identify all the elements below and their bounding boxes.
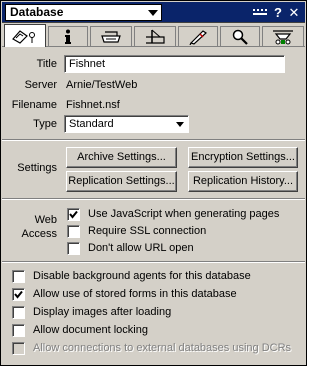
checkmark-icon: [69, 210, 78, 219]
grip-icon[interactable]: [253, 9, 267, 15]
tab-info[interactable]: [4, 24, 46, 47]
archive-settings-button[interactable]: Archive Settings...: [66, 147, 177, 168]
option-external-dcr: Allow connections to external databases …: [12, 340, 291, 356]
search-icon: [232, 29, 248, 45]
checkbox-label: Allow use of stored forms in this databa…: [33, 287, 237, 300]
checkbox[interactable]: [12, 323, 25, 337]
checkbox[interactable]: [12, 269, 25, 283]
web-option-url-open[interactable]: Don't allow URL open: [67, 240, 194, 256]
printer-icon: [101, 30, 121, 43]
checkbox[interactable]: [67, 207, 80, 221]
checkbox-label: Use JavaScript when generating pages: [88, 207, 280, 220]
design-icon: [146, 29, 165, 44]
filename-value: Fishnet.nsf: [66, 99, 120, 111]
tab-design[interactable]: [134, 26, 176, 46]
tab-printer[interactable]: [90, 26, 132, 46]
option-disable-agents[interactable]: Disable background agents for this datab…: [12, 268, 251, 284]
advanced-icon: [273, 29, 293, 44]
filename-label: Filename: [11, 99, 57, 111]
replication-history-button[interactable]: Replication History...: [188, 171, 298, 192]
checkbox-label: Don't allow URL open: [88, 241, 194, 254]
option-document-locking[interactable]: Allow document locking: [12, 322, 148, 338]
checkbox-label: Require SSL connection: [88, 224, 207, 237]
settings-label: Settings: [17, 162, 57, 174]
option-images-after-loading[interactable]: Display images after loading: [12, 304, 171, 320]
divider: [2, 261, 305, 263]
divider: [2, 139, 305, 141]
checkbox-label: Disable background agents for this datab…: [33, 269, 251, 282]
tab-info-i[interactable]: [48, 26, 88, 46]
web-option-javascript[interactable]: Use JavaScript when generating pages: [67, 206, 279, 222]
checkbox[interactable]: [12, 287, 25, 301]
server-value: Arnie/TestWeb: [66, 79, 138, 91]
help-icon[interactable]: ?: [272, 5, 284, 20]
checkbox-label: Allow connections to external databases …: [33, 341, 292, 354]
title-field[interactable]: Fishnet: [64, 55, 285, 73]
basics-panel: Title Fishnet Server Arnie/TestWeb Filen…: [2, 48, 305, 365]
tab-search[interactable]: [220, 26, 260, 46]
title-label: Title: [36, 58, 57, 70]
tab-advanced[interactable]: [262, 26, 304, 46]
checkbox[interactable]: [12, 305, 25, 319]
chevron-down-icon: [148, 10, 158, 16]
type-label: Type: [33, 118, 57, 130]
type-select-value: Standard: [69, 118, 114, 130]
checkmark-icon: [14, 290, 23, 299]
tab-strip: [2, 24, 305, 47]
web-access-label-line1: Web: [34, 214, 57, 226]
encryption-settings-button[interactable]: Encryption Settings...: [188, 147, 298, 168]
server-label: Server: [24, 79, 57, 91]
properties-type-dropdown[interactable]: Database: [5, 4, 162, 21]
checkbox[interactable]: [67, 224, 80, 238]
replication-settings-button[interactable]: Replication Settings...: [66, 171, 177, 192]
database-info-icon: [12, 30, 35, 44]
chevron-down-icon: [176, 122, 184, 127]
title-bar: Database ? ✕: [2, 2, 305, 23]
checkbox: [12, 341, 25, 355]
option-stored-forms[interactable]: Allow use of stored forms in this databa…: [12, 286, 237, 302]
properties-type-label: Database: [10, 5, 64, 19]
checkbox-label: Display images after loading: [33, 305, 172, 318]
checkbox-label: Allow document locking: [33, 323, 148, 336]
launch-icon: [189, 29, 207, 45]
type-select[interactable]: Standard: [64, 115, 189, 133]
info-icon: [65, 29, 71, 44]
divider: [2, 198, 305, 200]
web-access-label-line2: Access: [21, 228, 57, 240]
checkbox[interactable]: [67, 241, 80, 255]
close-icon[interactable]: ✕: [287, 5, 301, 20]
web-option-ssl[interactable]: Require SSL connection: [67, 223, 206, 239]
tab-launch[interactable]: [178, 26, 218, 46]
database-properties-window: Database ? ✕ Title Fishnet Server Arnie/…: [0, 0, 307, 366]
